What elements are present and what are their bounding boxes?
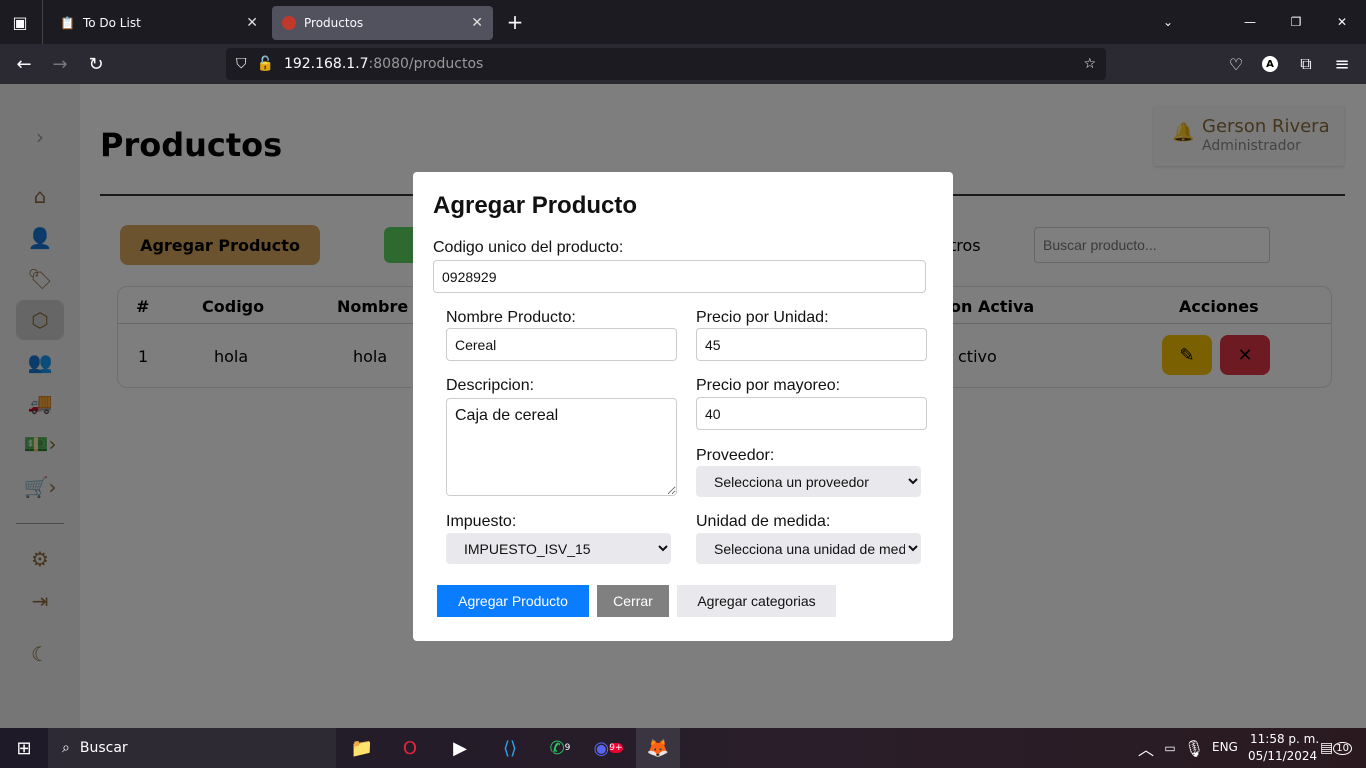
proveedor-select[interactable]: Selecciona un proveedor — [696, 466, 921, 497]
forward-icon[interactable]: → — [48, 52, 72, 76]
shield-icon: ⛉ — [236, 56, 247, 72]
notification-count: 10 — [1333, 741, 1352, 755]
file-explorer-icon[interactable]: 📁 — [342, 728, 382, 768]
close-modal-button[interactable]: Cerrar — [597, 585, 669, 617]
codigo-label: Codigo unico del producto: — [433, 239, 624, 256]
vscode-icon[interactable]: ⟨⟩ — [490, 728, 530, 768]
menu-icon[interactable]: ≡ — [1330, 52, 1354, 76]
tab-list-icon[interactable]: ⌄ — [1156, 10, 1180, 34]
minimize-icon[interactable]: — — [1238, 10, 1262, 34]
mayoreo-label: Precio por mayoreo: — [696, 377, 841, 394]
windows-start-icon[interactable]: ⊞ — [4, 728, 44, 768]
url-path: :8080/productos — [368, 56, 484, 72]
search-icon: ⌕ — [62, 740, 70, 756]
impuesto-select[interactable]: IMPUESTO_ISV_15 — [446, 533, 671, 564]
modal-title: Agregar Producto — [433, 192, 638, 219]
descripcion-textarea[interactable]: Caja de cereal — [446, 398, 677, 496]
impuesto-label: Impuesto: — [446, 513, 517, 530]
discord-icon[interactable]: ◉ 9+ — [588, 728, 628, 768]
codigo-input[interactable] — [433, 260, 926, 293]
submit-product-button[interactable]: Agregar Producto — [437, 585, 589, 617]
search-label: Buscar — [79, 740, 128, 756]
close-tab-icon[interactable]: ✕ — [471, 15, 483, 31]
url-bar[interactable]: ⛉ 🔓 192.168.1.7:8080/productos ☆ — [226, 48, 1106, 80]
close-tab-icon[interactable]: ✕ — [246, 15, 258, 31]
favicon-icon — [282, 16, 296, 30]
media-player-icon[interactable]: ▶ — [440, 728, 480, 768]
language-indicator[interactable]: ENG — [1212, 740, 1238, 754]
unidad-select[interactable]: Selecciona una unidad de medida — [696, 533, 921, 564]
taskbar-search[interactable]: ⌕ Buscar — [48, 728, 336, 768]
clipboard-icon: 📋 — [60, 16, 75, 30]
back-icon[interactable]: ← — [12, 52, 36, 76]
chevron-up-icon[interactable]: ︿ — [1136, 738, 1156, 759]
unidad-label: Unidad de medida: — [696, 513, 831, 530]
account-icon[interactable]: A — [1262, 56, 1278, 72]
insecure-lock-icon: 🔓 — [256, 56, 274, 72]
whatsapp-icon[interactable]: ✆ 9 — [540, 728, 580, 768]
new-tab-icon[interactable]: + — [503, 10, 527, 34]
tab-title: Productos — [304, 16, 364, 30]
precio-input[interactable] — [696, 328, 927, 361]
restore-icon[interactable]: ❐ — [1284, 10, 1308, 34]
url-host: 192.168.1.7 — [283, 56, 369, 72]
reload-icon[interactable]: ↻ — [84, 52, 108, 76]
clock-time[interactable]: 11:58 p. m. — [1250, 732, 1319, 746]
nombre-label: Nombre Producto: — [446, 309, 576, 326]
bookmark-star-icon[interactable]: ☆ — [1083, 56, 1096, 72]
extensions-icon[interactable]: ⧉ — [1294, 52, 1318, 76]
notifications-icon[interactable]: ▤ 10 — [1320, 736, 1352, 760]
proveedor-label: Proveedor: — [696, 447, 775, 464]
tab-productos[interactable]: Productos ✕ — [272, 6, 493, 40]
taskbar: ⊞ ⌕ Buscar 📁 O ▶ ⟨⟩ ✆ 9 ◉ 9+ 🦊 ︿ ▭ 🎙 ENG 11… — [0, 728, 1366, 768]
add-product-modal: Agregar Producto Codigo unico del produc… — [413, 172, 953, 641]
tab-title: To Do List — [82, 16, 141, 30]
precio-label: Precio por Unidad: — [696, 309, 829, 326]
tab-overview-icon[interactable]: ▣ — [8, 10, 32, 34]
discord-badge: 9+ — [609, 743, 623, 753]
add-categories-button[interactable]: Agregar categorias — [677, 585, 836, 617]
nombre-input[interactable] — [446, 328, 677, 361]
firefox-icon[interactable]: 🦊 — [636, 728, 680, 768]
microphone-icon[interactable]: 🎙 — [1184, 738, 1204, 758]
clock-date[interactable]: 05/11/2024 — [1248, 749, 1317, 763]
descripcion-label: Descripcion: — [446, 377, 535, 394]
close-window-icon[interactable]: ✕ — [1330, 10, 1354, 34]
opera-icon[interactable]: O — [390, 728, 430, 768]
whatsapp-badge: 9 — [564, 743, 571, 753]
mayoreo-input[interactable] — [696, 397, 927, 430]
tab-bar: ▣ 📋 To Do List ✕ Productos ✕ + ⌄ — ❐ ✕ — [0, 0, 1366, 44]
tab-todo[interactable]: 📋 To Do List ✕ — [50, 6, 268, 40]
battery-icon[interactable]: ▭ — [1160, 738, 1180, 758]
pocket-icon[interactable]: ♡ — [1224, 52, 1248, 76]
nav-bar: ← → ↻ ⛉ 🔓 192.168.1.7:8080/productos ☆ ♡… — [0, 44, 1366, 84]
